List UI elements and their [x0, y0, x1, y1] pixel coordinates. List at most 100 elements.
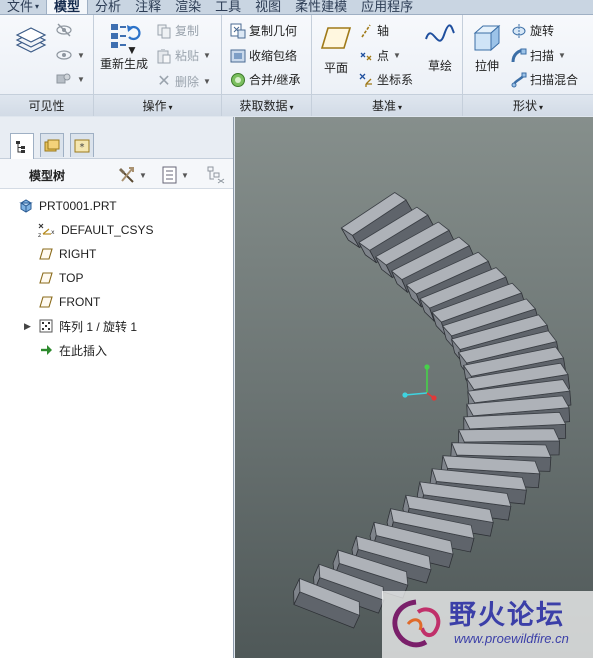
copy-icon	[157, 24, 171, 38]
merge-inherit-icon	[231, 72, 245, 87]
tab-flexible-modeling[interactable]: 柔性建模	[288, 0, 354, 14]
revolve-button[interactable]: 旋转	[511, 22, 554, 39]
tab-analysis[interactable]: 分析	[88, 0, 128, 14]
status-button[interactable]: ▼	[55, 71, 85, 87]
tab-view[interactable]: 视图	[248, 0, 288, 14]
sketch-button[interactable]: 草绘	[424, 23, 456, 74]
tree-filter-button[interactable]	[206, 165, 226, 188]
layers-button[interactable]	[14, 27, 48, 55]
watermark-url: www.proewildfire.cn	[454, 631, 569, 646]
group-visibility: ▼ ▼ 可见性	[0, 15, 94, 116]
chevron-down-icon: ▾	[398, 103, 403, 112]
group-label-visibility: 可见性	[0, 94, 93, 116]
svg-text:z: z	[38, 232, 41, 238]
folder-icon	[44, 139, 60, 151]
csys-button[interactable]: 坐标系	[358, 71, 413, 88]
datum-plane-icon	[39, 272, 53, 284]
menu-tab-bar: 文件 ▾ 模型 分析 注释 渲染 工具 视图 柔性建模 应用程序	[0, 0, 593, 15]
tools-icon	[119, 167, 134, 183]
forum-logo-icon	[392, 599, 441, 648]
tab-favorites[interactable]: *	[70, 133, 94, 157]
tree-node-top[interactable]: TOP	[39, 268, 83, 288]
datum-plane-icon	[39, 296, 53, 308]
sketch-icon	[425, 24, 455, 42]
graphics-viewport[interactable]: 野火论坛 www.proewildfire.cn	[235, 117, 593, 658]
svg-text:x: x	[51, 229, 55, 236]
copy-geometry-icon	[230, 23, 246, 38]
tab-applications[interactable]: 应用程序	[354, 0, 420, 14]
chevron-down-icon: ▼	[181, 170, 189, 180]
datum-plane-icon	[39, 248, 53, 260]
pattern-icon	[39, 319, 53, 333]
point-button[interactable]: 点 ▼	[358, 47, 401, 64]
tree-node-part[interactable]: PRT0001.PRT	[19, 196, 117, 216]
chevron-down-icon: ▾	[35, 1, 40, 11]
tree-node-default-csys[interactable]: zx DEFAULT_CSYS	[37, 220, 153, 240]
tree-node-insert-here[interactable]: 在此插入	[39, 340, 107, 360]
csys-icon: zx	[38, 223, 55, 238]
csys-icon	[359, 73, 372, 87]
extrude-button[interactable]: 拉伸	[471, 23, 503, 74]
chevron-down-icon: ▾	[168, 103, 173, 112]
tree-node-front[interactable]: FRONT	[39, 292, 100, 312]
shrinkwrap-icon	[230, 49, 246, 62]
part-icon	[19, 199, 33, 213]
chevron-down-icon: ▾	[539, 103, 544, 112]
tree-tools-button[interactable]: ▼	[118, 166, 147, 184]
favorites-icon: *	[74, 139, 90, 153]
tab-model-tree[interactable]	[10, 133, 34, 159]
shrinkwrap-button[interactable]: 收缩包络	[230, 47, 297, 64]
revolve-icon	[512, 23, 526, 38]
layers-icon	[15, 27, 47, 53]
tab-annotate[interactable]: 注释	[128, 0, 168, 14]
swept-blend-icon	[511, 72, 527, 87]
copy-button[interactable]: 复制	[156, 22, 199, 39]
tree-settings-button[interactable]: ▼	[162, 166, 189, 184]
regenerate-button[interactable]: 重新生成 ▼	[100, 21, 148, 72]
chevron-down-icon: ▾	[289, 103, 294, 112]
plane-button[interactable]: 平面	[320, 25, 352, 76]
sweep-icon	[511, 48, 527, 62]
group-label-operations[interactable]: 操作 ▾	[94, 94, 221, 116]
ribbon: ▼ ▼ 可见性 重新生成 ▼ 复制 粘贴 ▼ ✕ 删除 ▼ 操作 ▾ 复制几何 …	[0, 15, 593, 116]
group-shapes: 拉伸 旋转 扫描 ▼ 扫描混合 形状 ▾	[463, 15, 593, 116]
tree-node-pattern[interactable]: 阵列 1 / 旋转 1	[39, 316, 137, 336]
paste-button[interactable]: 粘贴 ▼	[156, 47, 211, 64]
merge-inherit-button[interactable]: 合并/继承	[230, 71, 300, 88]
datum-plane-icon	[320, 27, 352, 49]
copy-geometry-button[interactable]: 复制几何	[230, 22, 297, 39]
group-label-get-data[interactable]: 获取数据 ▾	[222, 94, 311, 116]
swept-blend-button[interactable]: 扫描混合	[511, 71, 578, 88]
csys-triad-icon	[402, 364, 437, 401]
tab-file[interactable]: 文件 ▾	[0, 0, 46, 14]
insert-here-arrow-icon	[41, 345, 52, 355]
hide-button[interactable]	[55, 22, 73, 38]
svg-text:*: *	[80, 142, 85, 153]
navigator-panel: * 模型树 ▼ ▼ PRT0001.PRT zx DEFAULT_CSYS RI…	[0, 117, 234, 658]
tab-render[interactable]: 渲染	[168, 0, 208, 14]
group-datum: 平面 轴 点 ▼ 坐标系 草绘 基准 ▾	[312, 15, 463, 116]
show-button[interactable]: ▼	[55, 47, 85, 63]
settings-list-icon	[162, 166, 177, 184]
delete-button[interactable]: ✕ 删除 ▼	[156, 71, 211, 91]
group-label-datum[interactable]: 基准 ▾	[312, 94, 462, 116]
sweep-button[interactable]: 扫描 ▼	[511, 47, 566, 64]
tab-folder-browser[interactable]	[40, 133, 64, 157]
chevron-down-icon: ▼	[558, 51, 566, 60]
tree-node-right[interactable]: RIGHT	[39, 244, 96, 264]
chevron-down-icon: ▼	[393, 51, 401, 60]
datum-point-icon	[360, 52, 372, 60]
expand-arrow-icon[interactable]: ▶	[24, 321, 31, 332]
chevron-down-icon: ▼	[203, 76, 211, 86]
chevron-down-icon: ▼	[126, 43, 138, 57]
model-tree-toolbar: 模型树 ▼ ▼	[0, 159, 233, 189]
chevron-down-icon: ▼	[203, 51, 211, 60]
tab-model[interactable]: 模型	[46, 0, 89, 14]
chevron-down-icon: ▼	[139, 170, 147, 180]
axis-button[interactable]: 轴	[358, 22, 389, 39]
eye-icon	[56, 50, 72, 60]
hide-eye-icon	[56, 23, 72, 37]
style-icon	[56, 73, 71, 84]
group-label-shapes[interactable]: 形状 ▾	[463, 94, 593, 116]
tab-tools[interactable]: 工具	[208, 0, 248, 14]
